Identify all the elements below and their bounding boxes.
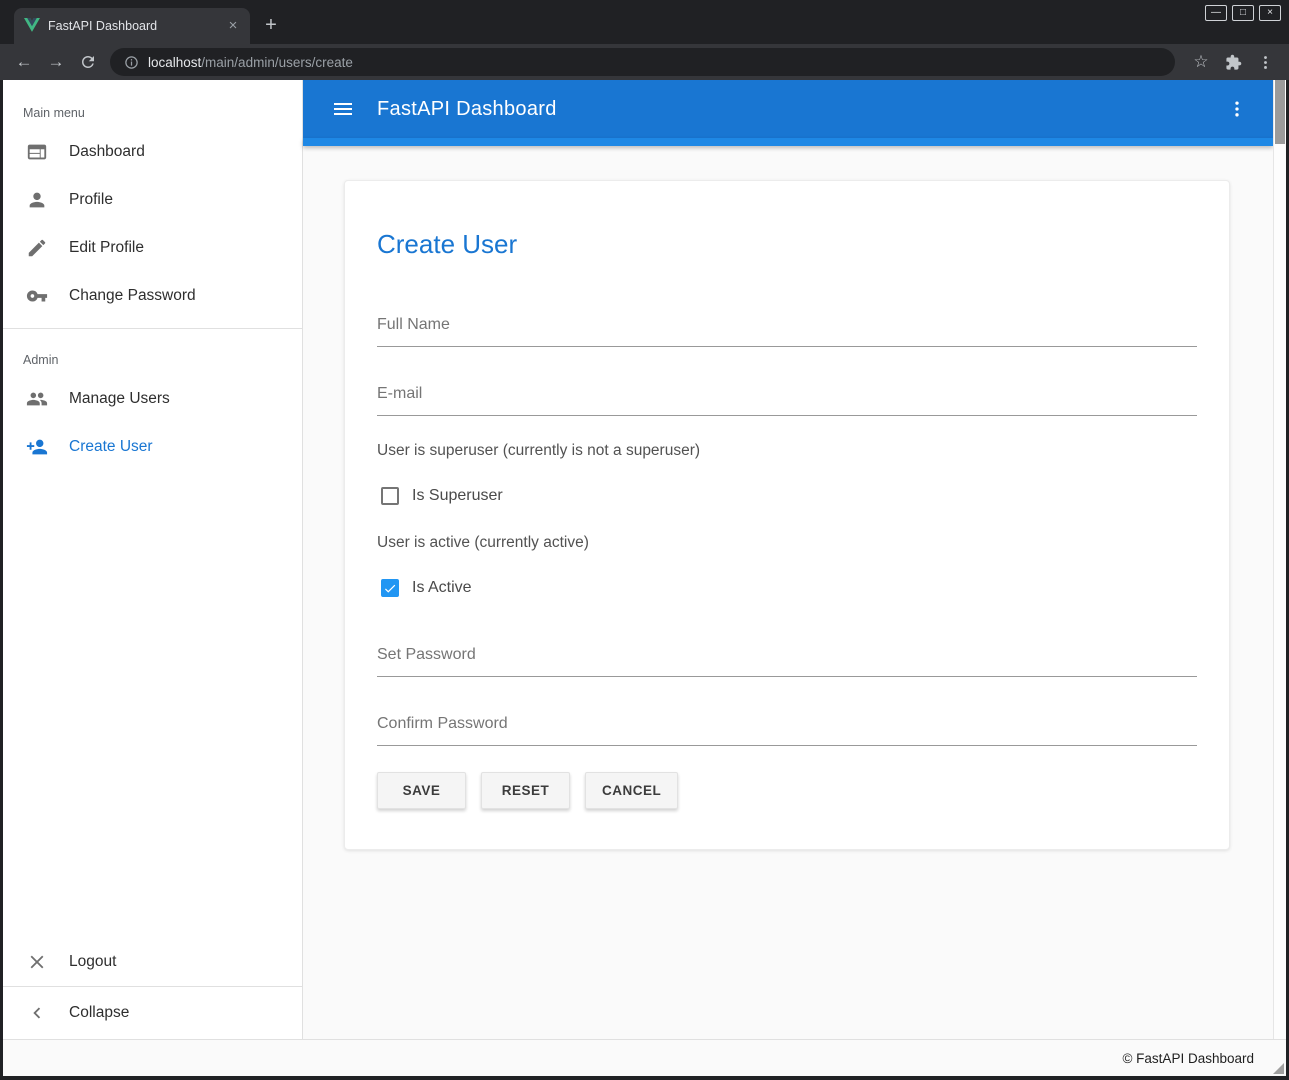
superuser-checkbox-row[interactable]: Is Superuser [381, 484, 1197, 508]
full-name-input[interactable] [377, 310, 1197, 347]
chevron-left-icon [25, 1001, 49, 1025]
page-body: Main menu Dashboard Profile Edit Profile… [3, 80, 1286, 1076]
sidebar-item-edit-profile[interactable]: Edit Profile [3, 224, 302, 272]
sidebar: Main menu Dashboard Profile Edit Profile… [3, 80, 303, 1039]
url-host: localhost [148, 55, 201, 70]
scrollbar-thumb[interactable] [1275, 80, 1285, 144]
browser-tab[interactable]: FastAPI Dashboard × [14, 8, 250, 44]
sidebar-item-label: Edit Profile [69, 239, 144, 257]
browser-titlebar: FastAPI Dashboard × + — □ × [0, 0, 1289, 44]
logout-x-icon [25, 950, 49, 974]
people-icon [25, 387, 49, 411]
pencil-icon [25, 236, 49, 260]
sidebar-item-logout[interactable]: Logout [3, 938, 302, 986]
reset-button[interactable]: RESET [481, 772, 570, 809]
save-button[interactable]: SAVE [377, 772, 466, 809]
active-hint: User is active (currently active) [377, 534, 1197, 552]
extension-icon[interactable] [1219, 48, 1247, 76]
main-area: FastAPI Dashboard Create User User is su… [303, 80, 1273, 1039]
sidebar-item-dashboard[interactable]: Dashboard [3, 128, 302, 176]
person-add-icon [25, 435, 49, 459]
sidebar-section-admin: Admin [3, 337, 302, 375]
dashboard-icon [25, 140, 49, 164]
page-content: Create User User is superuser (currently… [303, 146, 1273, 1039]
sidebar-item-label: Logout [69, 953, 116, 971]
superuser-checkbox[interactable] [381, 487, 399, 505]
window-controls: — □ × [1205, 5, 1281, 21]
sidebar-item-label: Manage Users [69, 390, 170, 408]
browser-menu-kebab-icon[interactable] [1251, 48, 1279, 76]
sidebar-item-create-user[interactable]: Create User [3, 423, 302, 471]
active-checkbox[interactable] [381, 579, 399, 597]
resize-grip[interactable] [1273, 1063, 1284, 1074]
browser-window: FastAPI Dashboard × + — □ × ← → localhos… [0, 0, 1289, 1080]
sidebar-item-label: Change Password [69, 287, 196, 305]
superuser-hint: User is superuser (currently is not a su… [377, 442, 1197, 460]
superuser-checkbox-label: Is Superuser [412, 487, 503, 505]
sidebar-divider [3, 328, 302, 329]
sidebar-item-label: Dashboard [69, 143, 145, 161]
forward-icon[interactable]: → [42, 48, 70, 76]
sidebar-item-manage-users[interactable]: Manage Users [3, 375, 302, 423]
reload-icon[interactable] [74, 48, 102, 76]
sidebar-item-label: Profile [69, 191, 113, 209]
back-icon[interactable]: ← [10, 48, 38, 76]
person-icon [25, 188, 49, 212]
vue-favicon [24, 18, 40, 34]
maximize-icon[interactable]: □ [1232, 5, 1254, 21]
sidebar-section-main: Main menu [3, 80, 302, 128]
page-scrollbar[interactable] [1273, 80, 1286, 1039]
bookmark-star-icon[interactable]: ☆ [1187, 48, 1215, 76]
tab-title: FastAPI Dashboard [48, 19, 216, 33]
active-checkbox-row[interactable]: Is Active [381, 576, 1197, 600]
new-tab-button[interactable]: + [256, 11, 286, 41]
toolbar-right: ☆ [1185, 48, 1281, 76]
minimize-icon[interactable]: — [1205, 5, 1227, 21]
footer-copyright: © FastAPI Dashboard [1122, 1051, 1254, 1066]
sidebar-item-label: Collapse [69, 1004, 129, 1022]
app-bar: FastAPI Dashboard [303, 80, 1273, 138]
page-footer: © FastAPI Dashboard [3, 1039, 1286, 1076]
page-title: Create User [377, 229, 1197, 260]
appbar-extension [303, 138, 1273, 146]
url-path: /main/admin/users/create [201, 55, 353, 70]
url-text: localhost/main/admin/users/create [148, 55, 353, 70]
browser-toolbar: ← → localhost/main/admin/users/create ☆ [0, 44, 1289, 80]
appbar-kebab-icon[interactable] [1223, 95, 1251, 123]
hamburger-menu-icon[interactable] [329, 95, 357, 123]
tab-close-icon[interactable]: × [224, 17, 242, 35]
set-password-input[interactable] [377, 640, 1197, 677]
address-bar[interactable]: localhost/main/admin/users/create [110, 48, 1175, 76]
check-icon [383, 581, 397, 596]
sidebar-item-profile[interactable]: Profile [3, 176, 302, 224]
sidebar-item-label: Create User [69, 438, 153, 456]
close-icon[interactable]: × [1259, 5, 1281, 21]
sidebar-item-change-password[interactable]: Change Password [3, 272, 302, 320]
cancel-button[interactable]: CANCEL [585, 772, 678, 809]
email-input[interactable] [377, 379, 1197, 416]
sidebar-spacer [3, 471, 302, 938]
active-checkbox-label: Is Active [412, 579, 472, 597]
form-actions: SAVE RESET CANCEL [377, 772, 1197, 809]
key-icon [25, 284, 49, 308]
sidebar-item-collapse[interactable]: Collapse [3, 987, 302, 1039]
create-user-card: Create User User is superuser (currently… [344, 180, 1230, 850]
confirm-password-input[interactable] [377, 709, 1197, 746]
info-icon[interactable] [124, 55, 139, 70]
appbar-title: FastAPI Dashboard [377, 98, 557, 121]
